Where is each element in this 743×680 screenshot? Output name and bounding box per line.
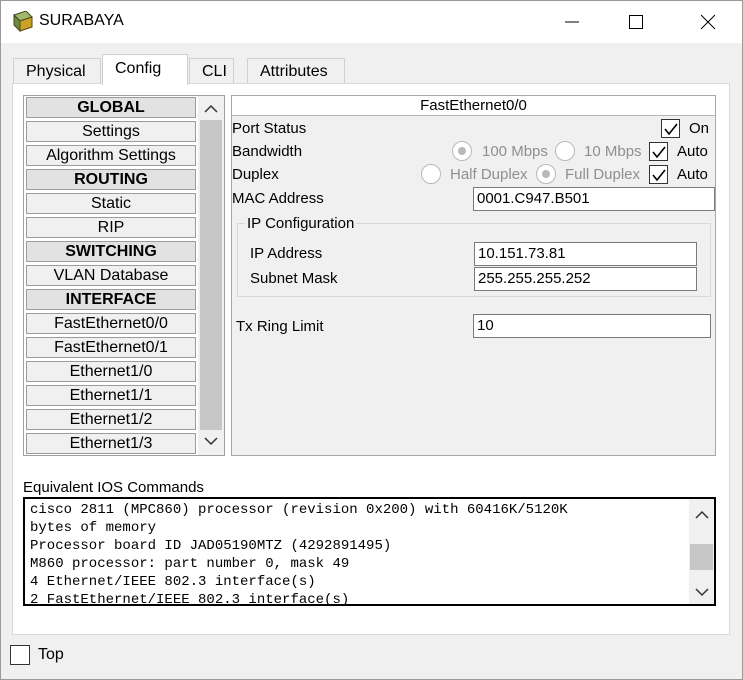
top-checkbox[interactable] xyxy=(10,645,30,665)
checkmark-icon xyxy=(652,146,666,159)
chevron-up-icon[interactable] xyxy=(695,510,709,520)
ip-configuration-title: IP Configuration xyxy=(245,215,357,232)
tab-cli[interactable]: CLI xyxy=(189,58,234,84)
nav-item-algorithm-settings[interactable]: Algorithm Settings xyxy=(26,145,196,166)
minimize-icon xyxy=(565,21,579,23)
nav-scrollbar-thumb[interactable] xyxy=(200,120,222,430)
close-button[interactable] xyxy=(685,1,731,43)
checkmark-icon xyxy=(664,123,678,136)
nav-item-ethernet1-0[interactable]: Ethernet1/0 xyxy=(26,361,196,382)
nav-item-fastethernet0-0[interactable]: FastEthernet0/0 xyxy=(26,313,196,334)
subnet-mask-field[interactable]: 255.255.255.252 xyxy=(474,267,697,291)
nav-header-routing: ROUTING xyxy=(26,169,196,190)
bandwidth-10-label: 10 Mbps xyxy=(584,143,642,160)
title-bar: SURABAYA xyxy=(1,1,742,43)
duplex-label: Duplex xyxy=(232,166,279,183)
nav-item-ethernet1-1[interactable]: Ethernet1/1 xyxy=(26,385,196,406)
ip-address-field[interactable]: 10.151.73.81 xyxy=(474,242,697,266)
chevron-down-icon[interactable] xyxy=(204,436,218,446)
close-icon xyxy=(700,14,716,30)
bandwidth-100-radio[interactable] xyxy=(452,141,472,161)
ios-scrollbar-thumb[interactable] xyxy=(690,544,713,570)
nav-item-settings[interactable]: Settings xyxy=(26,121,196,142)
nav-item-ethernet1-2[interactable]: Ethernet1/2 xyxy=(26,409,196,430)
ios-commands-label: Equivalent IOS Commands xyxy=(23,479,204,496)
mac-address-field[interactable]: 0001.C947.B501 xyxy=(473,187,715,211)
minimize-button[interactable] xyxy=(549,1,595,43)
half-duplex-label: Half Duplex xyxy=(450,166,528,183)
router-device-icon xyxy=(10,10,34,33)
port-status-on-label: On xyxy=(689,120,710,137)
port-status-checkbox[interactable] xyxy=(661,119,680,138)
nav-header-interface: INTERFACE xyxy=(26,289,196,310)
device-config-window: SURABAYA Physical Config CLI Attributes … xyxy=(0,0,743,680)
full-duplex-label: Full Duplex xyxy=(565,166,641,183)
port-status-label: Port Status xyxy=(232,120,307,137)
config-nav-list: GLOBAL Settings Algorithm Settings ROUTI… xyxy=(23,95,225,456)
full-duplex-radio[interactable] xyxy=(536,164,556,184)
tx-ring-limit-field[interactable]: 10 xyxy=(473,314,711,338)
checkmark-icon xyxy=(652,169,666,182)
tab-physical[interactable]: Physical xyxy=(13,58,101,84)
nav-item-fastethernet0-1[interactable]: FastEthernet0/1 xyxy=(26,337,196,358)
nav-header-switching: SWITCHING xyxy=(26,241,196,262)
bandwidth-auto-label: Auto xyxy=(677,143,708,160)
ios-scrollbar[interactable] xyxy=(689,499,714,604)
maximize-icon xyxy=(629,15,643,29)
chevron-down-icon[interactable] xyxy=(695,587,709,597)
bandwidth-label: Bandwidth xyxy=(232,143,303,160)
duplex-auto-label: Auto xyxy=(677,166,708,183)
nav-item-static[interactable]: Static xyxy=(26,193,196,214)
nav-item-ethernet1-3[interactable]: Ethernet1/3 xyxy=(26,433,196,454)
tab-config[interactable]: Config xyxy=(102,54,188,85)
tab-attributes[interactable]: Attributes xyxy=(247,58,345,84)
panel-title: FastEthernet0/0 xyxy=(232,96,715,116)
subnet-mask-label: Subnet Mask xyxy=(250,270,338,287)
ios-commands-text: cisco 2811 (MPC860) processor (revision … xyxy=(30,502,568,604)
top-label: Top xyxy=(38,646,64,663)
bandwidth-auto-checkbox[interactable] xyxy=(649,142,668,161)
nav-scrollbar[interactable] xyxy=(198,96,224,455)
nav-header-global: GLOBAL xyxy=(26,97,196,118)
chevron-up-icon[interactable] xyxy=(204,104,218,114)
ios-commands-box[interactable]: cisco 2811 (MPC860) processor (revision … xyxy=(23,497,716,606)
mac-address-label: MAC Address xyxy=(232,190,324,207)
ip-address-label: IP Address xyxy=(250,245,323,262)
bandwidth-10-radio[interactable] xyxy=(555,141,575,161)
duplex-auto-checkbox[interactable] xyxy=(649,165,668,184)
nav-item-rip[interactable]: RIP xyxy=(26,217,196,238)
nav-item-vlan-database[interactable]: VLAN Database xyxy=(26,265,196,286)
half-duplex-radio[interactable] xyxy=(421,164,441,184)
tx-ring-limit-label: Tx Ring Limit xyxy=(236,318,324,335)
window-title: SURABAYA xyxy=(39,12,124,29)
bandwidth-100-label: 100 Mbps xyxy=(482,143,548,160)
maximize-button[interactable] xyxy=(613,1,659,43)
